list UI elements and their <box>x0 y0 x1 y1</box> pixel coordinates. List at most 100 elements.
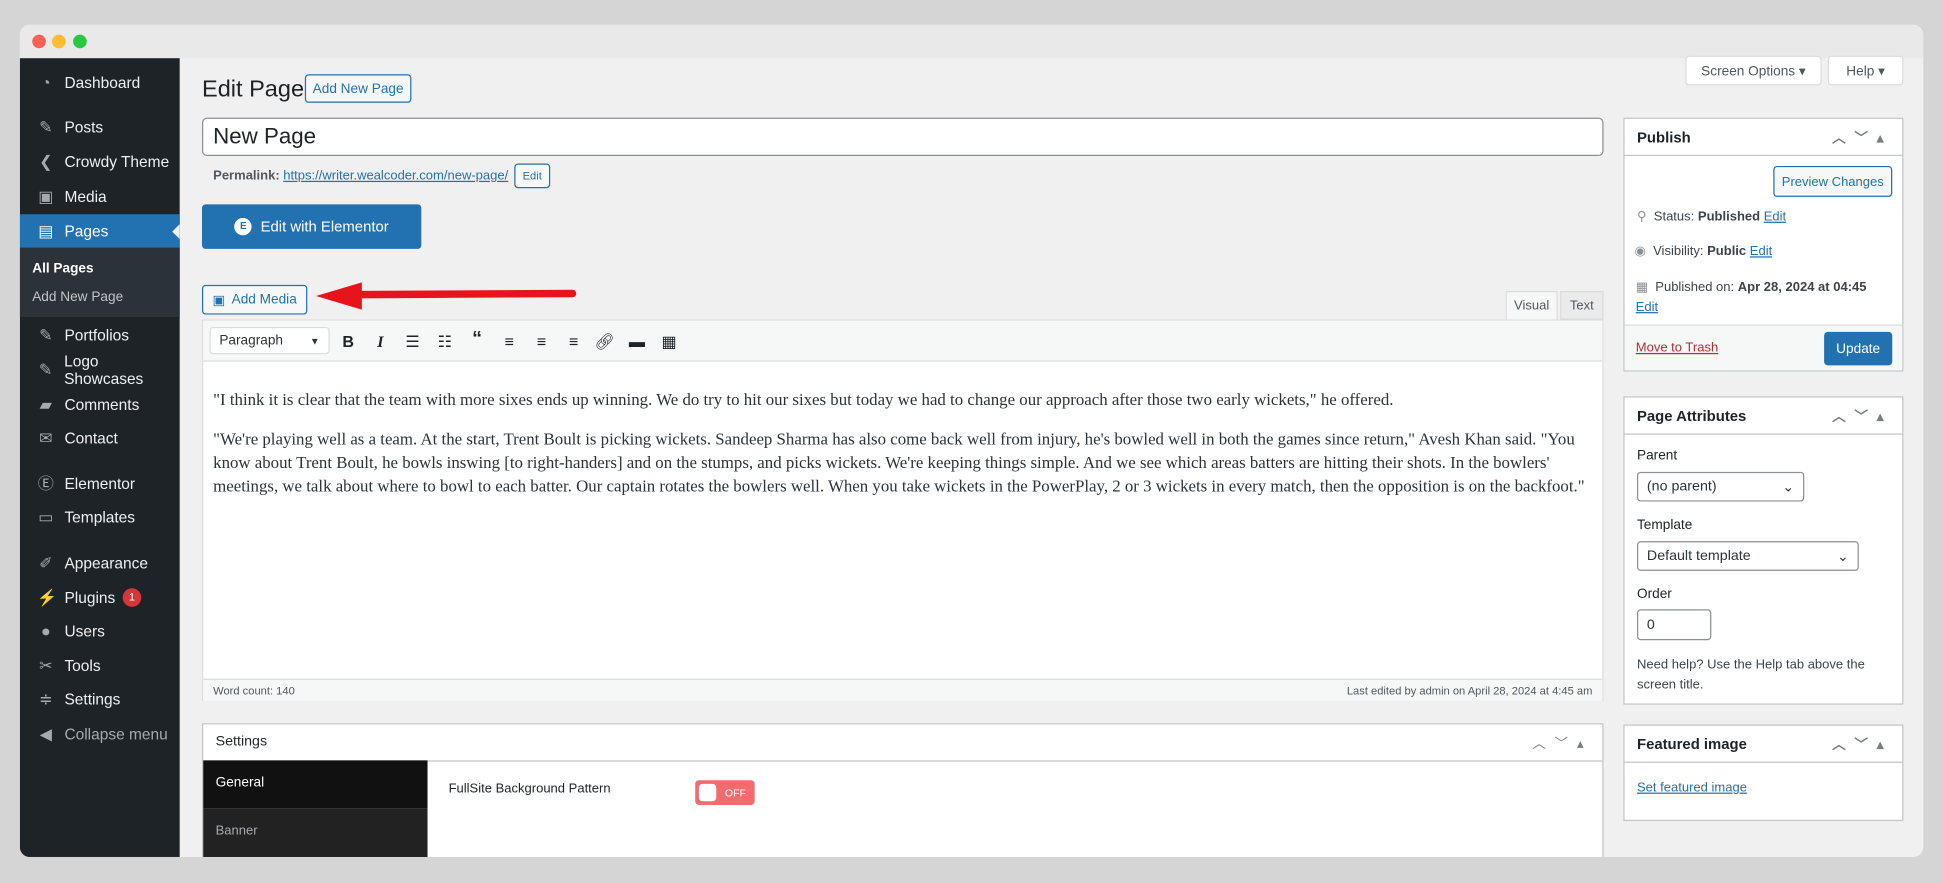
publish-footer: Move to Trash Update <box>1624 324 1903 371</box>
add-media-button[interactable]: ▣ Add Media <box>201 284 308 315</box>
pin-icon: ⚲ <box>1636 209 1647 225</box>
link-icon[interactable]: 🔗︎ <box>592 332 617 352</box>
read-more-icon[interactable]: ▬ <box>625 332 650 351</box>
edit-with-elementor-button[interactable]: E Edit with Elementor <box>201 204 422 249</box>
preview-changes-button[interactable]: Preview Changes <box>1773 165 1893 197</box>
toolbar-toggle-icon[interactable]: ▦ <box>657 332 682 352</box>
settings-icon: ≑ <box>39 689 53 708</box>
minimize-window-button[interactable] <box>52 34 66 49</box>
submenu-add-new-page[interactable]: Add New Page <box>32 290 123 305</box>
published-edit-link[interactable]: Edit <box>1636 300 1658 315</box>
publish-header: Publish ︿﹀▴ <box>1624 119 1903 157</box>
publish-box: Publish ︿﹀▴ Preview Changes ⚲ Status: Pub… <box>1623 117 1904 372</box>
sidebar-item-label: Media <box>64 187 107 205</box>
align-left-icon[interactable]: ≡ <box>497 332 522 351</box>
fullsite-pattern-toggle[interactable]: OFF <box>695 780 755 805</box>
pages-icon: ▤ <box>38 221 54 240</box>
toggle-knob <box>698 783 717 802</box>
sidebar-item-dashboard[interactable]: ◔ Dashboard <box>20 66 180 99</box>
box-controls-icon[interactable]: ︿﹀▴ <box>1832 734 1892 754</box>
submenu-all-pages[interactable]: All Pages <box>32 261 93 276</box>
sidebar-item-comments[interactable]: ▰ Comments <box>20 388 180 421</box>
window-titlebar <box>19 24 1924 59</box>
sidebar-item-appearance[interactable]: ✐ Appearance <box>20 546 180 579</box>
tab-visual[interactable]: Visual <box>1505 291 1558 321</box>
settings-tab-general[interactable]: General <box>203 760 428 809</box>
elementor-icon: E <box>234 217 252 236</box>
order-input[interactable]: 0 <box>1636 609 1712 641</box>
sidebar-item-posts[interactable]: ✎ Posts <box>20 110 180 143</box>
format-select[interactable]: Paragraph ▼ <box>209 326 330 355</box>
permalink-link[interactable]: https://writer.wealcoder.com/new-page/ <box>283 168 508 183</box>
parent-select[interactable]: (no parent) ⌄ <box>1636 471 1805 502</box>
user-icon: ● <box>40 621 51 640</box>
sidebar-item-label: Dashboard <box>64 73 141 92</box>
screen-options-button[interactable]: Screen Options ▾ <box>1685 55 1822 86</box>
sidebar-item-contact[interactable]: ✉ Contact <box>20 421 180 454</box>
sidebar-item-plugins[interactable]: ⚡ Plugins 1 <box>20 581 180 614</box>
sidebar-item-label: Portfolios <box>64 326 130 344</box>
template-select[interactable]: Default template ⌄ <box>1636 541 1859 571</box>
word-count: Word count: 140 <box>213 684 295 698</box>
sidebar-item-crowdy-theme[interactable]: ❮ Crowdy Theme <box>20 145 180 178</box>
status-edit-link[interactable]: Edit <box>1764 209 1786 224</box>
sidebar-item-collapse-menu[interactable]: ◀ Collapse menu <box>20 717 180 750</box>
sidebar-item-label: Contact <box>64 429 118 447</box>
settings-tab-banner[interactable]: Banner <box>203 808 428 857</box>
published-on-row: ▦ Published on: Apr 28, 2024 at 04:45 Edi… <box>1635 279 1867 315</box>
content-paragraph[interactable]: "I think it is clear that the team with … <box>213 388 1589 412</box>
bold-icon[interactable]: B <box>336 332 361 351</box>
visibility-edit-link[interactable]: Edit <box>1750 244 1772 259</box>
align-center-icon[interactable]: ≡ <box>529 332 554 351</box>
order-label: Order <box>1636 587 1672 602</box>
sidebar-item-settings[interactable]: ≑ Settings <box>20 682 180 715</box>
format-select-value: Paragraph <box>219 333 284 348</box>
help-button[interactable]: Help ▾ <box>1827 55 1904 86</box>
update-button[interactable]: Update <box>1824 331 1893 366</box>
sidebar-item-users[interactable]: ● Users <box>20 614 180 647</box>
align-right-icon[interactable]: ≡ <box>561 332 586 351</box>
red-arrow-annotation <box>315 282 577 310</box>
eye-icon: ◉ <box>1634 243 1646 259</box>
permalink: Permalink: https://writer.wealcoder.com/… <box>213 168 508 183</box>
page-title: Edit Page <box>201 76 305 103</box>
last-edited: Last edited by admin on April 28, 2024 a… <box>1346 684 1593 698</box>
brush-icon: ✐ <box>39 552 53 572</box>
sidebar-item-portfolios[interactable]: ✎ Portfolios <box>20 318 180 351</box>
sidebar-item-templates[interactable]: ▭ Templates <box>20 500 180 533</box>
close-window-button[interactable] <box>32 34 46 49</box>
sidebar-item-logo-showcases[interactable]: ✎ Logo Showcases <box>20 352 180 387</box>
sidebar-item-pages[interactable]: ▤ Pages <box>19 214 180 248</box>
editor-toolbar: Paragraph ▼ B I ☰ ☷ “ ≡ ≡ ≡ 🔗︎ ▬ ▦ <box>203 320 1603 362</box>
sidebar-item-tools[interactable]: ✂ Tools <box>20 649 180 682</box>
tab-text[interactable]: Text <box>1560 291 1604 320</box>
media-icon: ▣ <box>38 186 54 205</box>
toggle-state: OFF <box>724 786 746 799</box>
title-input[interactable]: New Page <box>201 117 1604 157</box>
parent-value: (no parent) <box>1646 479 1717 495</box>
numbered-list-icon[interactable]: ☷ <box>432 332 457 352</box>
pin-icon: ✎ <box>38 359 53 379</box>
featured-image-title: Featured image <box>1636 735 1747 753</box>
visibility-row: ◉ Visibility: Public Edit <box>1634 243 1773 259</box>
permalink-edit-button[interactable]: Edit <box>514 163 551 189</box>
box-controls-icon[interactable]: ︿﹀▴ <box>1832 406 1892 426</box>
parent-label: Parent <box>1636 448 1678 464</box>
add-new-page-button[interactable]: Add New Page <box>304 74 412 103</box>
box-controls-icon[interactable]: ︿﹀▴ <box>1532 733 1592 753</box>
content-paragraph[interactable]: "We're playing well as a team. At the st… <box>213 427 1595 498</box>
bullet-list-icon[interactable]: ☰ <box>400 332 425 352</box>
maximize-window-button[interactable] <box>73 34 87 49</box>
box-controls-icon[interactable]: ︿﹀▴ <box>1832 128 1892 148</box>
set-featured-image-link[interactable]: Set featured image <box>1637 780 1747 795</box>
settings-box: Settings ︿﹀▴ General Banner FullSite Back… <box>201 723 1604 857</box>
sidebar-item-media[interactable]: ▣ Media <box>20 180 180 213</box>
sidebar-item-label: Crowdy Theme <box>64 152 170 171</box>
plugin-icon: ⚡ <box>37 587 58 607</box>
page-attributes-help: Need help? Use the Help tab above the sc… <box>1636 657 1865 693</box>
sidebar-item-elementor[interactable]: Ⓔ Elementor <box>20 467 180 500</box>
fullsite-pattern-label: FullSite Background Pattern <box>448 781 611 797</box>
move-to-trash-link[interactable]: Move to Trash <box>1636 341 1718 356</box>
italic-icon[interactable]: I <box>368 332 393 352</box>
blockquote-icon[interactable]: “ <box>465 328 490 350</box>
